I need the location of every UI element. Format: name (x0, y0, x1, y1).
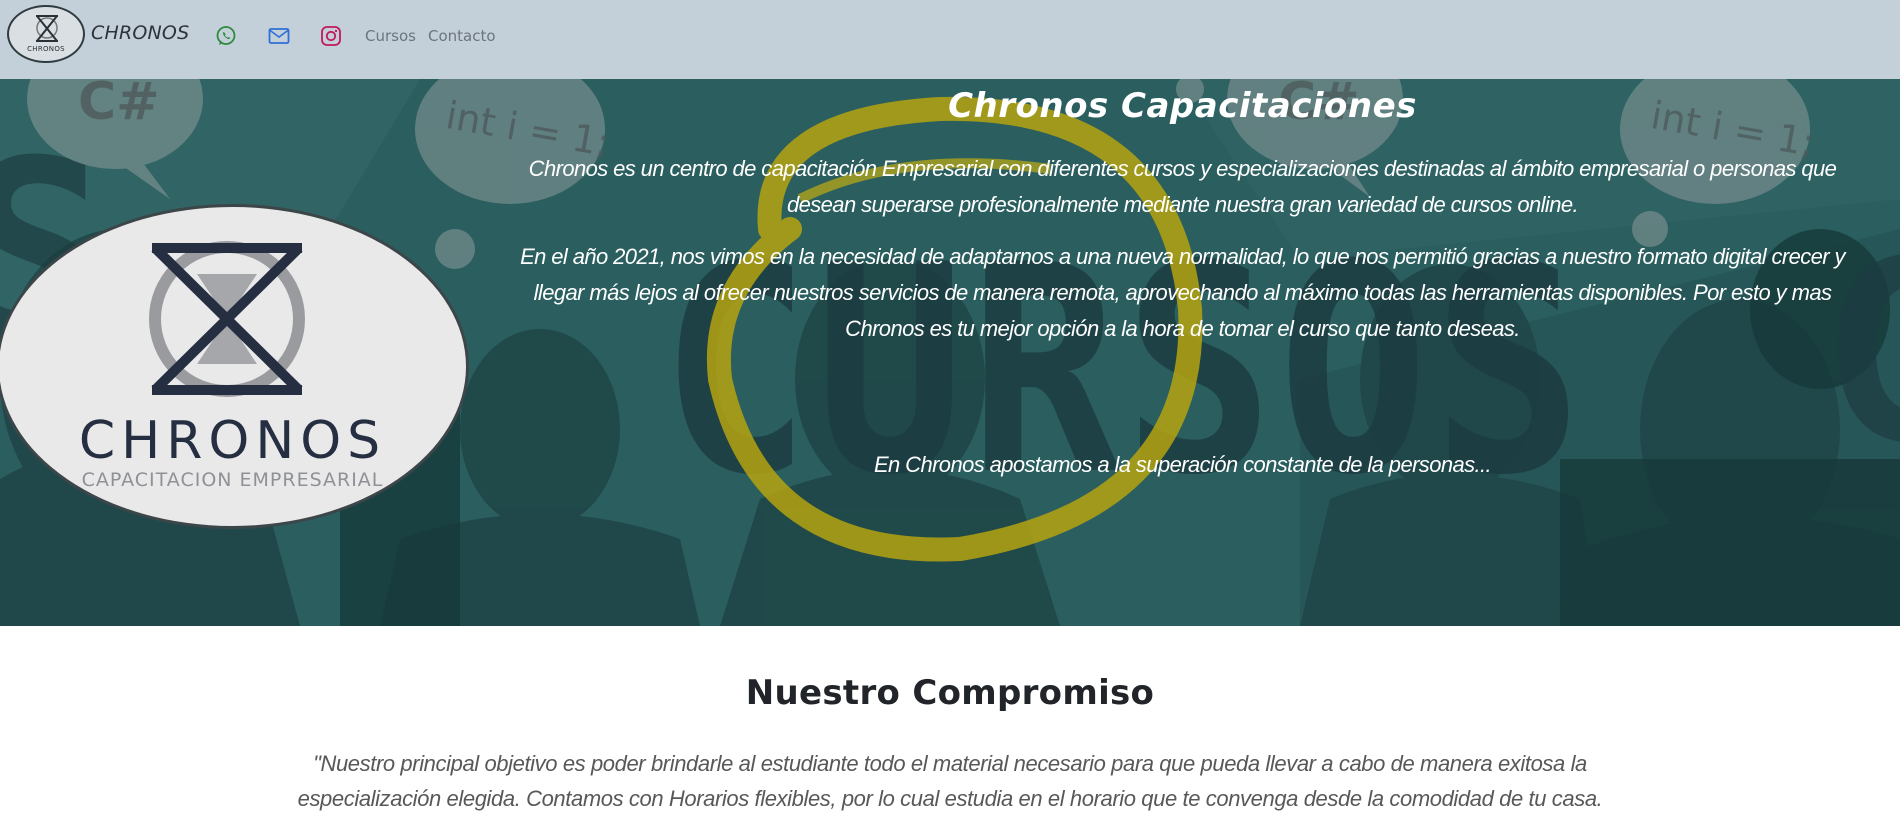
navbar-brand[interactable]: CHRONOS (91, 22, 189, 44)
whatsapp-icon[interactable] (215, 25, 237, 47)
mail-icon[interactable] (268, 25, 290, 47)
hero-paragraph-tagline: En Chronos apostamos a la superación con… (873, 452, 1492, 477)
hero-logo: CHRONOS CAPACITACION EMPRESARIAL (0, 204, 469, 529)
hero-logo-subtitle: CAPACITACION EMPRESARIAL (81, 469, 384, 491)
nav-link-cursos[interactable]: Cursos (365, 27, 416, 45)
commitment-title: Nuestro Compromiso (745, 673, 1155, 713)
hero-logo-title: CHRONOS (78, 411, 387, 471)
bubble-text: C# (78, 79, 160, 132)
hourglass-logo-icon (149, 241, 305, 397)
hourglass-logo-icon (36, 15, 58, 42)
navbar: CHRONOS CHRONOS Cursos Contacto (0, 0, 1900, 79)
navbar-logo-text: CHRONOS (27, 45, 65, 53)
hero-paragraph-intro: Chronos es un centro de capacitación Emp… (528, 156, 1837, 217)
commitment-section: Nuestro Compromiso "Nuestro principal ob… (0, 626, 1900, 811)
nav-link-contacto[interactable]: Contacto (428, 27, 496, 45)
navbar-logo[interactable]: CHRONOS (7, 5, 85, 63)
instagram-icon[interactable] (320, 25, 342, 47)
hero-section: CURSOS S C C# int i = 1; C# int i = 1; C… (0, 79, 1900, 626)
hero-title: Chronos Capacitaciones (948, 86, 1417, 126)
commitment-text: "Nuestro principal objetivo es poder bri… (297, 751, 1603, 811)
hero-text-block: Chronos Capacitaciones Chronos es un cen… (495, 79, 1870, 483)
hero-paragraph-history: En el año 2021, nos vimos en la necesida… (520, 244, 1845, 341)
